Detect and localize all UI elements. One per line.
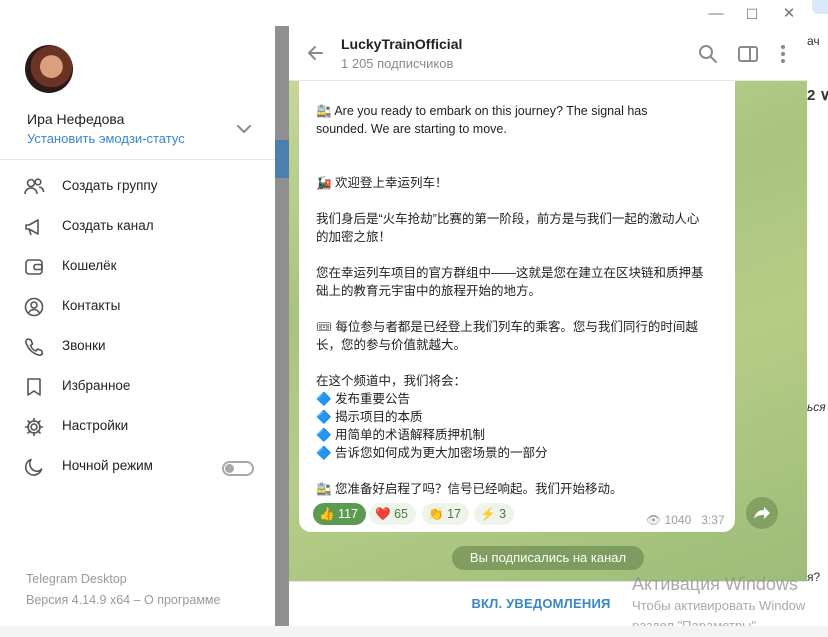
menu-item-label: Избранное: [62, 378, 131, 393]
close-button[interactable]: ✕: [779, 4, 799, 24]
menu-item-label: Создать канал: [62, 218, 154, 233]
divider: [0, 159, 275, 160]
message-line: 础上的教育元宇宙中的旅程开始的地方。: [316, 284, 542, 298]
message-meta: 👁 1040 3:37: [646, 513, 725, 527]
toggle-knob: [225, 464, 234, 473]
menu-item-night-mode[interactable]: Ночной режим: [0, 446, 275, 486]
moon-icon: [24, 458, 43, 476]
message-line: 🔷 揭示项目的本质: [316, 410, 423, 424]
subscribed-notice: Вы подписались на канал: [452, 546, 644, 570]
message-line: 🚉 Are you ready to embark on this journe…: [316, 104, 648, 118]
wallet-icon: [25, 259, 43, 275]
menu-item-calls[interactable]: Звонки: [0, 326, 275, 366]
contact-icon: [24, 297, 44, 317]
message-line: 的加密之旅！: [316, 230, 392, 244]
menu-item-label: Звонки: [62, 338, 106, 353]
background-text-4: я?: [807, 570, 821, 584]
view-count: 1040: [664, 513, 692, 527]
people-icon: [24, 178, 45, 195]
menu-item-label: Настройки: [62, 418, 129, 433]
menu-item-contacts[interactable]: Контакты: [0, 286, 275, 326]
menu-item-wallet[interactable]: Кошелёк: [0, 246, 275, 286]
reaction-thumbs-up[interactable]: 👍 117: [313, 503, 366, 525]
maximize-button[interactable]: ☐: [742, 4, 762, 24]
gear-icon: [24, 417, 44, 437]
menu-item-create-channel[interactable]: Создать канал: [0, 206, 275, 246]
subscriber-count: 1 205 подписчиков: [341, 56, 454, 71]
menu-item-label: Кошелёк: [62, 258, 117, 273]
menu-item-label: Ночной режим: [62, 458, 153, 473]
megaphone-icon: [25, 219, 39, 236]
message-line: 您在幸运列车项目的官方群组中——这就是您在建立在区块链和质押基: [316, 266, 704, 280]
taskbar-area: [0, 626, 828, 637]
menu-item-saved[interactable]: Избранное: [0, 366, 275, 406]
more-options-icon[interactable]: [772, 43, 794, 65]
back-arrow-icon[interactable]: [305, 43, 325, 63]
telegram-window: — ☐ ✕ LuckyTrainOfficial 1 205 подписчик…: [0, 0, 807, 626]
menu-item-label: Создать группу: [62, 178, 158, 193]
background-text-3: ься: [807, 400, 826, 414]
background-text-2: 2 ∨: [807, 87, 828, 104]
background-text-1: ач: [807, 34, 820, 48]
phone-icon: [25, 338, 44, 356]
background-button: [812, 0, 828, 14]
bookmark-icon: [27, 378, 41, 396]
message-line: 我们身后是“火车抢劫”比赛的第一阶段，前方是与我们一起的激动人心: [316, 212, 700, 226]
message-line: sounded. We are starting to move.: [316, 122, 507, 136]
forward-button[interactable]: [746, 497, 778, 529]
search-icon[interactable]: [697, 43, 719, 65]
message-line: 长，您的参与价值就越大。: [316, 338, 467, 352]
message-line: 🔷 用简单的术语解释质押机制: [316, 428, 486, 442]
side-menu: Ира Нефедова Установить эмодзи-статус Со…: [0, 26, 275, 626]
set-emoji-status-link[interactable]: Установить эмодзи-статус: [27, 131, 185, 146]
menu-item-settings[interactable]: Настройки: [0, 406, 275, 446]
message-line: 🎟 每位参与者都是已经登上我们列车的乘客。您与我们同行的时间越: [316, 320, 698, 334]
activation-watermark-line2: раздел "Параметры".: [632, 618, 760, 626]
sidebar-toggle-icon[interactable]: [737, 43, 759, 65]
activation-watermark-title: Активация Windows: [632, 574, 798, 594]
message-line: 🔷 告诉您如何成为更大加密场景的一部分: [316, 446, 548, 460]
reaction-clap[interactable]: 👏 17: [422, 503, 469, 525]
message-line: 🔷 发布重要公告: [316, 392, 411, 406]
menu-item-create-group[interactable]: Создать группу: [0, 166, 275, 206]
user-name: Ира Нефедова: [27, 111, 125, 127]
menu-item-label: Контакты: [62, 298, 121, 313]
reaction-lightning[interactable]: ⚡ 3: [474, 503, 515, 525]
avatar[interactable]: [25, 45, 73, 93]
message-line: 在这个频道中，我们将会：: [316, 374, 467, 388]
eye-icon: 👁: [646, 513, 662, 527]
minimize-button[interactable]: —: [706, 4, 726, 24]
night-mode-toggle[interactable]: [222, 461, 254, 476]
message-line: 🚉 您准备好启程了吗？信号已经响起。我们开始移动。: [316, 482, 623, 496]
chat-header: LuckyTrainOfficial 1 205 подписчиков: [275, 26, 807, 81]
message-bubble[interactable]: [299, 81, 735, 532]
app-name: Telegram Desktop: [26, 572, 127, 586]
app-version-link[interactable]: Версия 4.14.9 x64 – О программе: [26, 593, 220, 607]
message-line: 🚂 欢迎登上幸运列车！: [316, 176, 448, 190]
activation-watermark-line1: Чтобы активировать Window: [632, 598, 806, 613]
channel-title[interactable]: LuckyTrainOfficial: [341, 36, 462, 52]
title-bar: — ☐ ✕: [0, 0, 807, 26]
message-time: 3:37: [701, 513, 725, 527]
reaction-heart[interactable]: ❤️ 65: [369, 503, 416, 525]
share-arrow-icon: [754, 507, 770, 519]
chevron-down-icon[interactable]: [234, 122, 254, 136]
